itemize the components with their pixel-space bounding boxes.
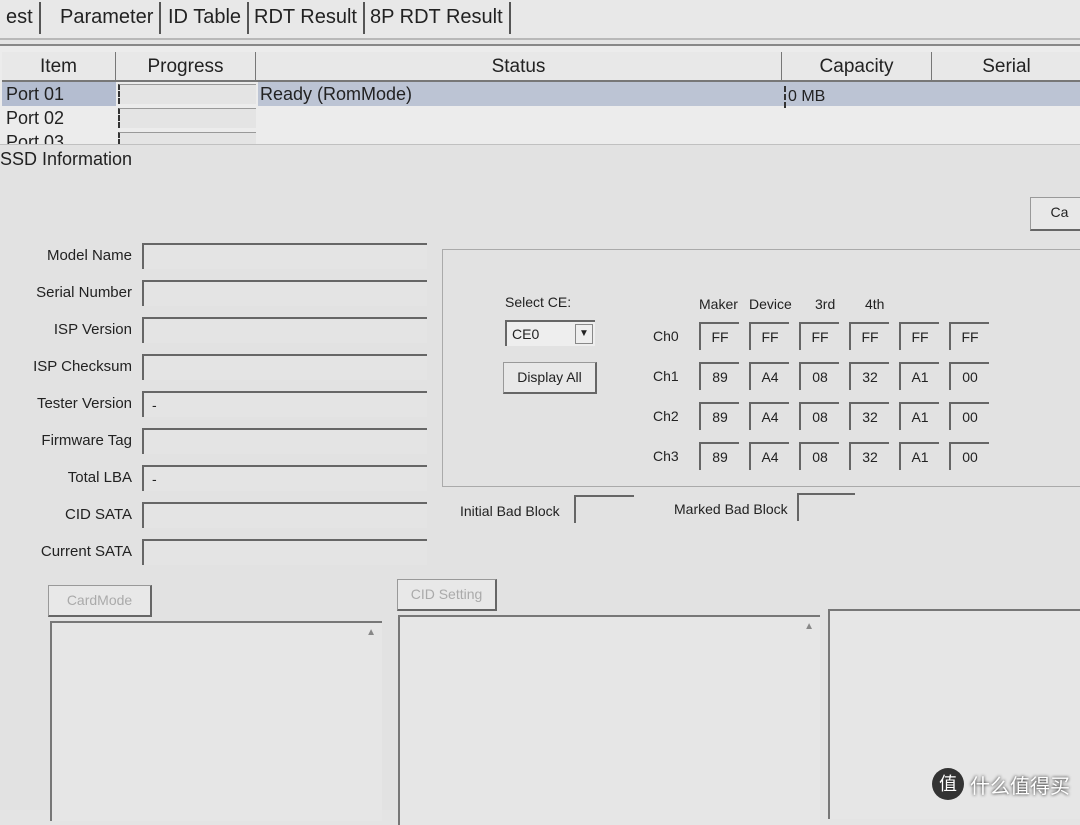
flash-id-field[interactable]: A1 — [899, 442, 939, 470]
table-row[interactable]: Port 01 Ready (RomMode) 0 MB — [2, 82, 1080, 108]
port-item: Port 02 — [6, 108, 65, 128]
flash-id-field[interactable]: FF — [749, 322, 789, 350]
cid-setting-button[interactable]: CID Setting — [397, 579, 497, 611]
flash-id-field[interactable]: 32 — [849, 402, 889, 430]
field-label: Current SATA — [40, 543, 132, 560]
flash-id-field[interactable]: FF — [799, 322, 839, 350]
cid-sata-field[interactable] — [142, 502, 427, 528]
tab-rdt-result[interactable]: RDT Result — [248, 2, 365, 34]
flash-id-field[interactable]: FF — [949, 322, 989, 350]
port-item: Port 01 — [6, 84, 65, 104]
flash-id-field[interactable]: 89 — [699, 402, 739, 430]
tab-8p-rdt-result[interactable]: 8P RDT Result — [364, 2, 511, 34]
tab-bar: est Parameter ID Table RDT Result 8P RDT Res… — [0, 0, 1080, 40]
card-mode-button[interactable]: CardMode — [48, 585, 152, 617]
flash-id-field[interactable]: 32 — [849, 362, 889, 390]
flash-id-panel: Select CE: CE0 ▼ Display All Maker Device 3… — [442, 249, 1080, 487]
port-grid: Item Progress Status Capacity Serial Port 01 R… — [0, 44, 1080, 152]
field-label: Tester Version — [36, 395, 132, 412]
tab-est[interactable]: est — [0, 2, 41, 34]
top-right-button[interactable]: Ca — [1030, 197, 1080, 231]
column-header-item[interactable]: Item — [2, 52, 116, 82]
flash-id-field[interactable]: A4 — [749, 442, 789, 470]
column-header-capacity[interactable]: Capacity — [782, 52, 932, 82]
channel-label: Ch0 — [653, 328, 679, 344]
field-label: Total LBA — [67, 469, 132, 486]
scroll-up-icon[interactable]: ▲ — [366, 627, 376, 638]
select-ce-label: Select CE: — [505, 294, 572, 310]
field-label: ISP Checksum — [33, 358, 132, 375]
flash-id-field[interactable]: FF — [699, 322, 739, 350]
initial-bad-block-field[interactable] — [574, 495, 634, 523]
column-header-serial[interactable]: Serial — [932, 52, 1080, 82]
flash-id-field[interactable]: 00 — [949, 402, 989, 430]
column-header: Device — [749, 296, 792, 312]
flash-id-field[interactable]: 32 — [849, 442, 889, 470]
flash-id-field[interactable]: FF — [849, 322, 889, 350]
channel-label: Ch1 — [653, 368, 679, 384]
select-ce-dropdown[interactable]: CE0 ▼ — [505, 320, 595, 346]
field-label: CID SATA — [65, 506, 132, 523]
watermark-text: 什么值得买 — [970, 775, 1070, 798]
flash-id-field[interactable]: A4 — [749, 402, 789, 430]
column-header: Maker — [699, 296, 738, 312]
current-sata-field[interactable] — [142, 539, 427, 565]
section-title: SSD Information — [0, 149, 133, 169]
ssd-information-section: SSD Information Ca Model Name Serial Numb… — [0, 144, 1080, 825]
field-label: Model Name — [46, 247, 132, 264]
display-all-button[interactable]: Display All — [503, 362, 597, 394]
channel-label: Ch3 — [653, 448, 679, 464]
column-header-progress[interactable]: Progress — [116, 52, 256, 82]
flash-id-field[interactable]: 00 — [949, 362, 989, 390]
field-label: Firmware Tag — [41, 432, 132, 449]
flash-id-field[interactable]: 08 — [799, 402, 839, 430]
model-name-field[interactable] — [142, 243, 427, 269]
flash-id-field[interactable]: A1 — [899, 362, 939, 390]
flash-id-field[interactable]: FF — [899, 322, 939, 350]
column-header: 3rd — [815, 296, 836, 312]
log-pane-middle[interactable]: ▲ — [398, 615, 820, 825]
marked-bad-block-label: Marked Bad Block — [674, 501, 788, 517]
isp-checksum-field[interactable] — [142, 354, 427, 380]
flash-id-field[interactable]: 89 — [699, 442, 739, 470]
field-label: ISP Version — [53, 321, 132, 338]
flash-id-field[interactable]: 08 — [799, 362, 839, 390]
log-pane-left[interactable]: ▲ — [50, 621, 382, 821]
isp-version-field[interactable] — [142, 317, 427, 343]
scroll-up-icon[interactable]: ▲ — [804, 621, 814, 632]
progress-bar — [118, 108, 256, 128]
firmware-tag-field[interactable] — [142, 428, 427, 454]
tab-parameter[interactable]: Parameter — [54, 2, 162, 34]
flash-id-field[interactable]: 00 — [949, 442, 989, 470]
capacity-cell: 0 MB — [784, 86, 825, 108]
progress-bar — [118, 84, 256, 104]
serial-number-field[interactable] — [142, 280, 427, 306]
marked-bad-block-field[interactable] — [797, 493, 855, 521]
column-header-status[interactable]: Status — [256, 52, 782, 82]
field-label: Serial Number — [36, 284, 132, 301]
flash-id-field[interactable]: 89 — [699, 362, 739, 390]
flash-id-field[interactable]: 08 — [799, 442, 839, 470]
flash-id-field[interactable]: A4 — [749, 362, 789, 390]
flash-id-field[interactable]: A1 — [899, 402, 939, 430]
channel-label: Ch2 — [653, 408, 679, 424]
status-cell: Ready (RomMode) — [260, 84, 413, 104]
tab-id-table[interactable]: ID Table — [162, 2, 250, 34]
chevron-down-icon[interactable]: ▼ — [575, 324, 593, 344]
watermark: 值 什么值得买 — [932, 768, 1070, 800]
initial-bad-block-label: Initial Bad Block — [460, 503, 560, 519]
watermark-logo-icon: 值 — [932, 768, 964, 800]
column-header: 4th — [865, 296, 885, 312]
table-row[interactable]: Port 02 — [2, 106, 1080, 130]
tester-version-field[interactable]: - — [142, 391, 427, 417]
select-ce-value: CE0 — [512, 326, 540, 342]
total-lba-field[interactable]: - — [142, 465, 427, 491]
